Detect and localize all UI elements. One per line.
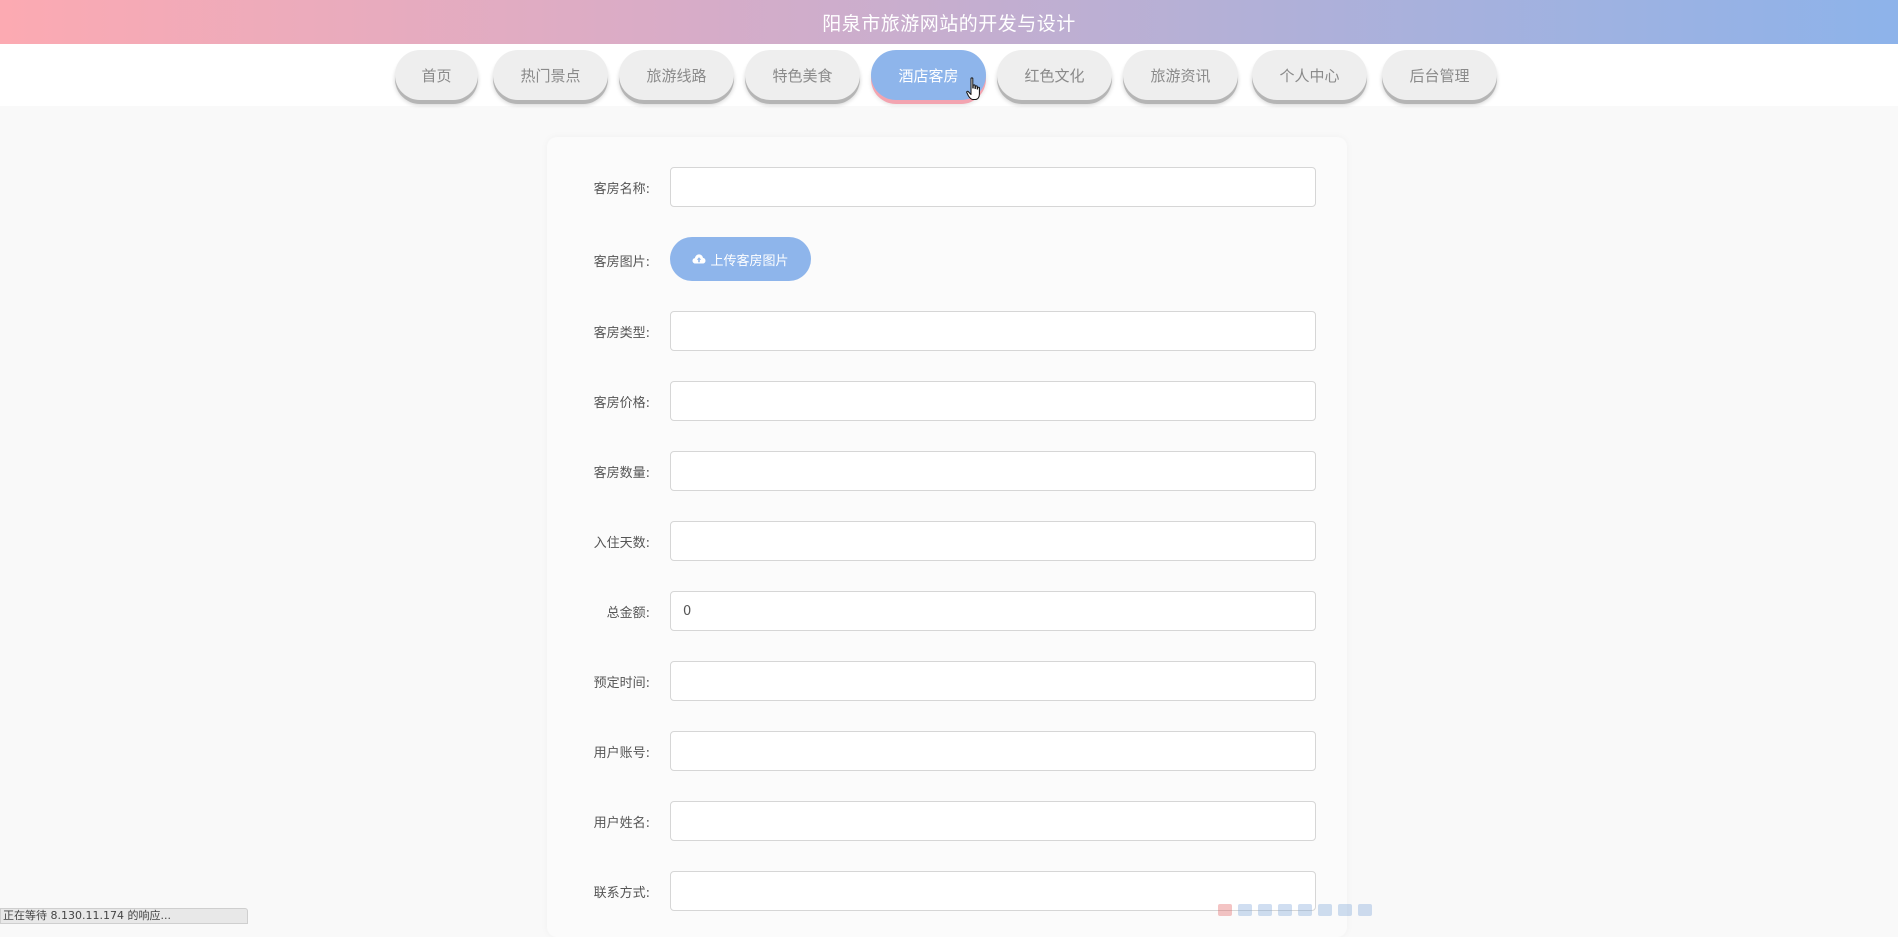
hand-cursor-icon xyxy=(966,77,980,100)
site-header: 阳泉市旅游网站的开发与设计 xyxy=(0,0,1898,44)
total-amount-input[interactable] xyxy=(670,591,1316,631)
room-name-label: 客房名称: xyxy=(593,182,650,197)
ime-settings-icon xyxy=(1358,904,1372,916)
upload-button-label: 上传客房图片 xyxy=(710,252,789,268)
nav-item-food[interactable]: 特色美食 xyxy=(745,50,860,100)
browser-status-bar: 正在等待 8.130.11.174 的响应... xyxy=(0,908,248,924)
ime-keyboard-icon xyxy=(1298,904,1312,916)
room-price-input[interactable] xyxy=(670,381,1316,421)
nav-item-red-culture[interactable]: 红色文化 xyxy=(997,50,1112,100)
ime-emoji-icon xyxy=(1278,904,1292,916)
booking-time-label: 预定时间: xyxy=(593,676,650,691)
total-amount-label: 总金额: xyxy=(606,606,650,621)
nav-item-travel-news[interactable]: 旅游资讯 xyxy=(1123,50,1238,100)
user-name-label: 用户姓名: xyxy=(593,816,650,831)
user-account-label: 用户账号: xyxy=(593,746,650,761)
nav-item-attractions[interactable]: 热门景点 xyxy=(493,50,608,100)
booking-time-input[interactable] xyxy=(670,661,1316,701)
user-account-input[interactable] xyxy=(670,731,1316,771)
room-price-label: 客房价格: xyxy=(593,396,650,411)
site-title: 阳泉市旅游网站的开发与设计 xyxy=(822,12,1076,35)
user-name-input[interactable] xyxy=(670,801,1316,841)
ime-skin-icon xyxy=(1338,904,1352,916)
room-image-label: 客房图片: xyxy=(593,255,650,270)
ime-punctuation-icon xyxy=(1258,904,1272,916)
room-count-input[interactable] xyxy=(670,451,1316,491)
nav-item-admin[interactable]: 后台管理 xyxy=(1382,50,1497,100)
nav-item-routes[interactable]: 旅游线路 xyxy=(619,50,734,100)
cloud-upload-icon xyxy=(692,254,706,264)
ime-language-icon xyxy=(1238,904,1252,916)
contact-label: 联系方式: xyxy=(593,886,650,901)
room-count-label: 客房数量: xyxy=(593,466,650,481)
nav-item-personal-center[interactable]: 个人中心 xyxy=(1252,50,1367,100)
upload-room-image-button[interactable]: 上传客房图片 xyxy=(670,237,811,281)
ime-simplified-icon xyxy=(1318,904,1332,916)
ime-toolbar xyxy=(1218,904,1423,918)
ime-logo-icon xyxy=(1218,904,1232,916)
stay-days-label: 入住天数: xyxy=(593,536,650,551)
main-nav: 首页 热门景点 旅游线路 特色美食 酒店客房 红色文化 旅游资讯 个人中心 后台… xyxy=(0,44,1898,106)
room-type-label: 客房类型: xyxy=(593,326,650,341)
nav-item-home[interactable]: 首页 xyxy=(395,50,478,100)
stay-days-input[interactable] xyxy=(670,521,1316,561)
room-type-input[interactable] xyxy=(670,311,1316,351)
room-name-input[interactable] xyxy=(670,167,1316,207)
